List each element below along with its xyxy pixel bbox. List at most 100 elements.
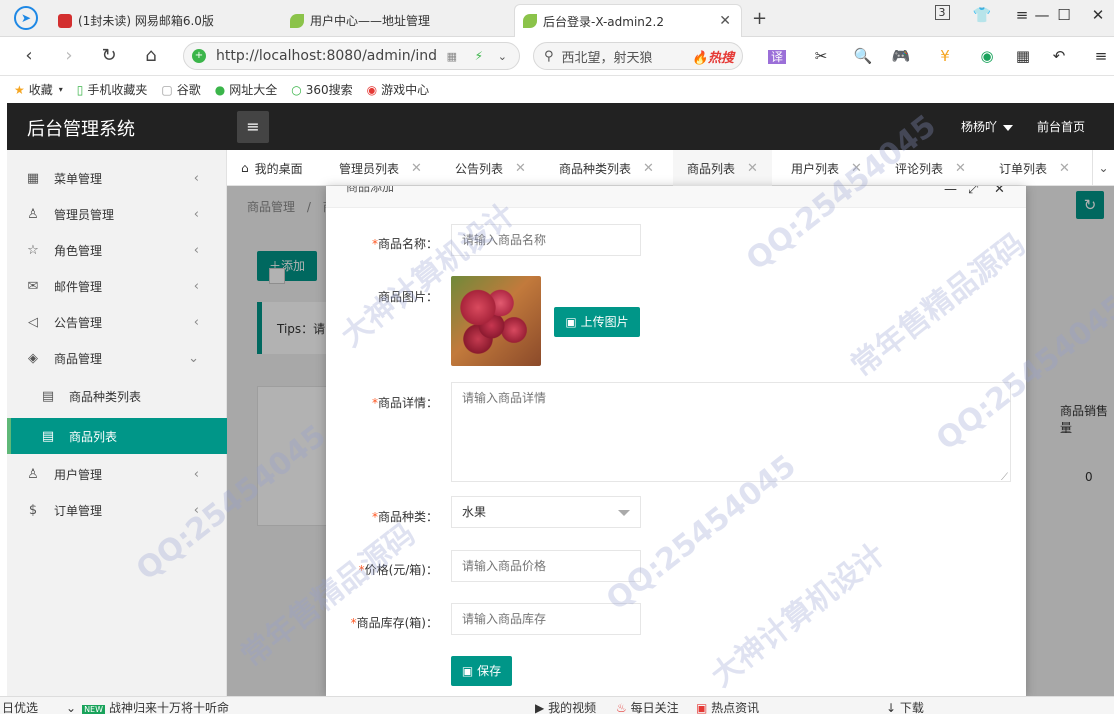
close-window-icon[interactable]: ✕ — [1086, 6, 1110, 24]
url-field[interactable]: + http://localhost:8080/admin/ind ▦ ⚡ ⌄ — [183, 42, 520, 70]
hot-search-badge[interactable]: 🔥热搜 — [692, 47, 734, 66]
speaker-icon: ◁ — [28, 314, 38, 330]
qr-icon[interactable]: ▦ — [447, 50, 457, 63]
forward-icon[interactable]: › — [58, 46, 80, 66]
menu-toggle-button[interactable]: ≡ — [237, 111, 269, 143]
close-icon[interactable]: ✕ — [955, 161, 966, 176]
search-field[interactable]: ⚲ 西北望，射天狼 🔥热搜 — [533, 42, 743, 70]
reload-icon[interactable]: ↻ — [98, 46, 120, 66]
back-icon[interactable]: ‹ — [18, 46, 40, 66]
product-name-input[interactable] — [451, 224, 641, 256]
tab-user-list[interactable]: 用户列表 ✕ — [791, 150, 862, 186]
product-price-input[interactable] — [451, 550, 641, 582]
game-icon: ◉ — [366, 82, 378, 97]
tab-notice-list[interactable]: 公告列表 ✕ — [455, 150, 526, 186]
close-icon[interactable]: ✕ — [994, 186, 1005, 197]
browser-status-bar: 日优选 ⌄ NEW 战神归来十万将十听命 ▶ 我的视频 ♨ 每日关注 ▣ 热点资讯 … — [0, 696, 1114, 716]
sidebar-item-notice[interactable]: ◁ 公告管理 ‹ — [7, 304, 227, 340]
status-news[interactable]: ⌄ NEW 战神归来十万将十听命 — [66, 699, 229, 716]
apps-icon[interactable]: ▦ — [1012, 47, 1034, 65]
tab-count-badge[interactable]: 3 — [930, 5, 954, 20]
tab-product-category-list[interactable]: 商品种类列表 ✕ — [559, 150, 654, 186]
save-icon: ▣ — [461, 664, 474, 678]
scissors-icon[interactable]: ✂ — [810, 47, 832, 65]
product-category-select[interactable]: 水果 — [451, 496, 641, 528]
maximize-icon[interactable]: ☐ — [1052, 6, 1076, 24]
bookmark-item[interactable]: ▢ 谷歌 — [161, 81, 200, 98]
sidebar-item-product-list[interactable]: ▤ 商品列表 — [7, 418, 227, 454]
sidebar-item-product-category[interactable]: ▤ 商品种类列表 — [7, 378, 227, 414]
dollar-icon: $ — [28, 502, 38, 518]
status-hot-news[interactable]: ▣ 热点资讯 — [696, 699, 759, 716]
fire-icon: ♨ — [616, 701, 627, 715]
shirt-icon[interactable]: 👕 — [970, 6, 994, 24]
sidebar-item-mail[interactable]: ✉ 邮件管理 ‹ — [7, 268, 227, 304]
status-download[interactable]: ↓ 下载 — [886, 699, 924, 716]
close-icon[interactable]: ✕ — [851, 161, 862, 176]
sidebar-item-order[interactable]: $ 订单管理 ‹ — [7, 492, 227, 528]
tab-comment-list[interactable]: 评论列表 ✕ — [895, 150, 966, 186]
bookmark-item[interactable]: ● 网址大全 — [215, 81, 278, 98]
bookmark-item[interactable]: ▯ 手机收藏夹 — [77, 81, 148, 98]
fire-icon: 🔥 — [691, 50, 708, 66]
sidebar-item-menu[interactable]: ▦ 菜单管理 ‹ — [7, 160, 227, 196]
status-daily-focus[interactable]: ♨ 每日关注 — [616, 699, 679, 716]
gamepad-icon[interactable]: 🎮 — [890, 47, 912, 65]
coin-icon[interactable]: ¥ — [934, 47, 956, 65]
save-button[interactable]: ▣ 保存 — [451, 656, 512, 686]
product-detail-textarea[interactable] — [451, 382, 1011, 482]
tab-order-list[interactable]: 订单列表 ✕ — [999, 150, 1070, 186]
minimize-icon[interactable]: — — [944, 186, 957, 197]
play-icon: ▶ — [535, 701, 545, 715]
close-icon[interactable]: ✕ — [747, 161, 758, 176]
sidebar-item-admin[interactable]: ♙ 管理员管理 ‹ — [7, 196, 227, 232]
maximize-icon[interactable]: ⤢ — [968, 186, 978, 197]
tab-desktop[interactable]: ⌂ 我的桌面 — [241, 150, 303, 186]
search-360-icon: ○ — [291, 82, 302, 97]
browser-tab-active[interactable]: 后台登录-X-admin2.2 ✕ — [514, 4, 742, 37]
status-my-video[interactable]: ▶ 我的视频 — [535, 699, 596, 716]
green-circle-icon[interactable]: ◉ — [976, 47, 998, 65]
chevron-left-icon: ‹ — [193, 314, 199, 330]
phone-icon: ▯ — [76, 82, 84, 97]
close-icon[interactable]: ✕ — [411, 161, 422, 176]
browser-tab[interactable]: (1封未读) 网易邮箱6.0版 — [50, 4, 278, 37]
user-menu[interactable]: 杨杨吖 — [961, 118, 1014, 135]
tab-product-list[interactable]: 商品列表 ✕ — [673, 150, 772, 186]
close-icon[interactable]: ✕ — [515, 161, 526, 176]
address-bar-row: ‹ › ↻ ⌂ + http://localhost:8080/admin/in… — [0, 37, 1114, 76]
front-page-link[interactable]: 前台首页 — [1037, 118, 1085, 135]
product-stock-input[interactable] — [451, 603, 641, 635]
new-tab-button[interactable]: + — [752, 8, 767, 29]
sidebar-item-role[interactable]: ☆ 角色管理 ‹ — [7, 232, 227, 268]
caret-down-icon — [618, 510, 630, 516]
tab-more-icon[interactable]: ⌄ — [1092, 150, 1114, 186]
undo-icon[interactable]: ↶ — [1048, 47, 1070, 65]
search-text: 西北望，射天狼 — [561, 50, 653, 66]
bookmark-favorites[interactable]: ★ 收藏 ▾ — [14, 81, 63, 98]
download-icon: ↓ — [886, 701, 897, 715]
resize-handle-icon[interactable]: ⟋ — [1001, 472, 1008, 483]
upload-image-button[interactable]: ▣ 上传图片 — [554, 307, 640, 337]
sidebar-item-user[interactable]: ♙ 用户管理 ‹ — [7, 456, 227, 492]
chevron-down-icon[interactable]: ⌄ — [498, 50, 507, 63]
browser-logo-icon[interactable]: ➤ — [14, 6, 38, 30]
status-left-text[interactable]: 日优选 — [2, 699, 38, 716]
close-tab-icon[interactable]: ✕ — [719, 13, 731, 29]
browser-tab[interactable]: 用户中心——地址管理 — [282, 4, 510, 37]
bookmark-item[interactable]: ○ 360搜索 — [291, 81, 352, 98]
tab-admin-list[interactable]: 管理员列表 ✕ — [339, 150, 422, 186]
close-icon[interactable]: ✕ — [643, 161, 654, 176]
home-icon[interactable]: ⌂ — [140, 46, 162, 66]
translate-icon[interactable]: 译 — [766, 47, 788, 65]
browser-tab-strip: ➤ (1封未读) 网易邮箱6.0版 用户中心——地址管理 后台登录-X-admi… — [0, 0, 1114, 37]
close-icon[interactable]: ✕ — [1059, 161, 1070, 176]
doc-icon: ▤ — [41, 388, 55, 404]
magnifier-icon[interactable]: 🔍 — [852, 47, 874, 65]
sidebar-item-product[interactable]: ◈ 商品管理 ⌄ — [7, 340, 227, 376]
modal-title: 商品添加 — [346, 186, 395, 194]
minimize-icon[interactable]: — — [1030, 6, 1054, 24]
bookmark-item[interactable]: ◉ 游戏中心 — [367, 81, 430, 98]
lightning-icon[interactable]: ⚡ — [475, 49, 483, 63]
hamburger-icon[interactable]: ≡ — [1090, 47, 1112, 65]
